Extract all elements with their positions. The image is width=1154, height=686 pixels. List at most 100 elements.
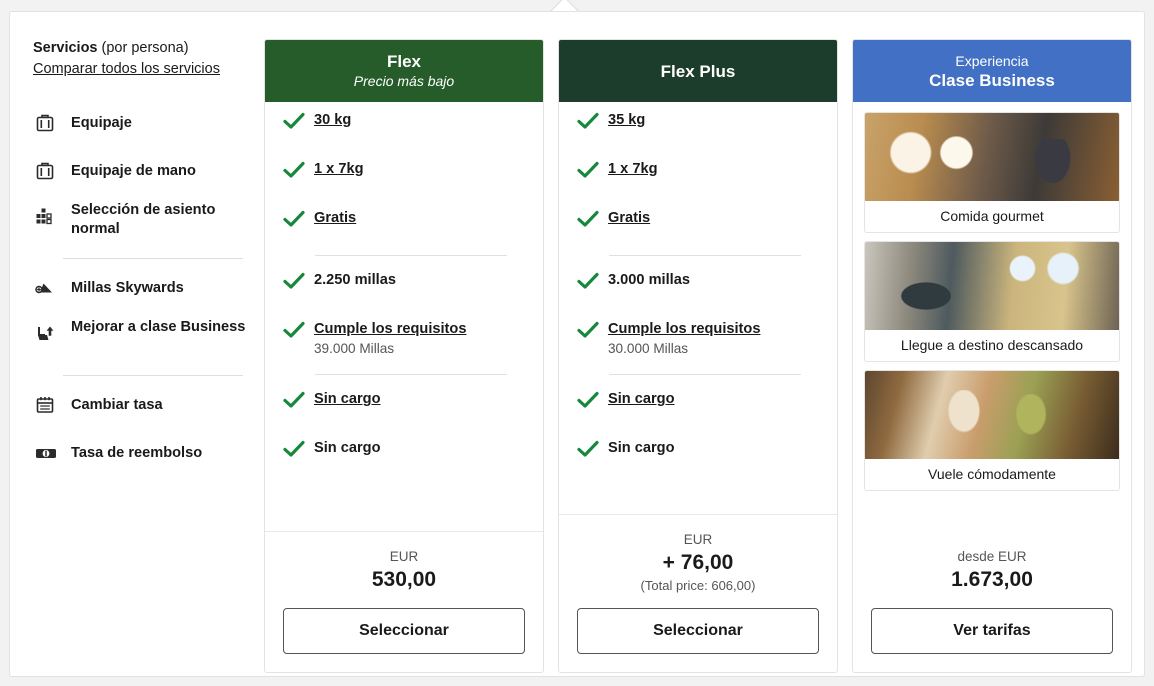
- service-row-skywards-miles: Millas Skywards: [33, 264, 251, 312]
- card-body-flex-plus: 35 kg 1 x 7kg Gratis 3.000 millas Cumple…: [559, 102, 837, 514]
- check-icon: [283, 272, 305, 290]
- fare-panel: Servicios (por persona) Comparar todos l…: [9, 11, 1145, 677]
- services-heading-note: (por persona): [97, 40, 189, 56]
- business-tile[interactable]: Vuele cómodamente: [864, 370, 1120, 491]
- fare-tagline: Precio más bajo: [353, 73, 455, 89]
- feature-value: Sin cargo: [314, 440, 381, 456]
- card-header-flex-plus: Flex Plus: [559, 40, 837, 102]
- fare-name: Flex: [386, 52, 422, 71]
- service-label: Tasa de reembolso: [71, 444, 203, 461]
- feature-text: 3.000 millas: [608, 271, 690, 290]
- feature-divider: [315, 255, 507, 256]
- check-icon: [577, 321, 599, 339]
- calendar-icon: [33, 390, 65, 420]
- feature-text: Gratis: [314, 209, 356, 228]
- service-label: Equipaje de mano: [71, 162, 196, 179]
- services-heading-bold: Servicios: [33, 40, 98, 56]
- tile-caption: Comida gourmet: [940, 208, 1044, 224]
- feature-value[interactable]: 30 kg: [314, 112, 351, 128]
- feature-baggage: 35 kg: [577, 102, 819, 151]
- feature-value[interactable]: Sin cargo: [608, 391, 675, 407]
- compare-all-services-link[interactable]: Comparar todos los servicios: [33, 61, 220, 77]
- seat-grid-icon: [33, 201, 65, 231]
- feature-skywards-miles: 2.250 millas: [283, 262, 525, 311]
- feature-value[interactable]: Cumple los requisitos: [314, 321, 466, 337]
- service-label: Cambiar tasa: [71, 396, 163, 413]
- check-icon: [577, 272, 599, 290]
- business-tile[interactable]: Comida gourmet: [864, 112, 1120, 233]
- seat-upgrade-icon: [33, 318, 65, 348]
- feature-value[interactable]: Gratis: [314, 210, 356, 226]
- total-price-note: (Total price: 606,00): [640, 578, 756, 593]
- fare-card-business: Experiencia Clase Business Comida gourme…: [852, 39, 1132, 673]
- flat-bed-photo: [865, 242, 1119, 330]
- feature-text: 1 x 7kg: [314, 160, 364, 179]
- check-icon: [283, 112, 305, 130]
- business-dining-photo: [865, 113, 1119, 201]
- fare-comparison-screen: Servicios (por persona) Comparar todos l…: [0, 0, 1154, 686]
- service-row-baggage: Equipaje: [33, 99, 251, 147]
- check-icon: [577, 210, 599, 228]
- suitcase-icon: [33, 108, 65, 138]
- feature-text: 2.250 millas: [314, 271, 396, 290]
- services-sidebar: Servicios (por persona) Comparar todos l…: [33, 39, 251, 477]
- skywards-wing-icon: [33, 273, 65, 303]
- price-value: + 76,00: [662, 551, 734, 574]
- check-icon: [577, 391, 599, 409]
- feature-baggage: 30 kg: [283, 102, 525, 151]
- feature-text: Sin cargo: [608, 390, 675, 409]
- carryon-suitcase-icon: [33, 156, 65, 186]
- select-button[interactable]: Seleccionar: [577, 608, 819, 654]
- feature-value[interactable]: Sin cargo: [314, 391, 381, 407]
- feature-change-fee: Sin cargo: [283, 381, 525, 430]
- feature-value[interactable]: Gratis: [608, 210, 650, 226]
- feature-value: 2.250 millas: [314, 272, 396, 288]
- feature-divider: [609, 255, 801, 256]
- check-icon: [577, 161, 599, 179]
- tile-caption: Llegue a destino descansado: [900, 337, 1084, 353]
- card-header-flex: Flex Precio más bajo: [265, 40, 543, 102]
- feature-carry-on: 1 x 7kg: [283, 151, 525, 200]
- fare-card-flex-plus: Flex Plus 35 kg 1 x 7kg Gratis 3.000 mil…: [558, 39, 838, 673]
- feature-refund-fee: Sin cargo: [577, 430, 819, 479]
- currency-label: EUR: [389, 549, 419, 564]
- services-list: Equipaje Equipaje de mano Selección de a…: [33, 99, 251, 477]
- feature-text: Sin cargo: [314, 439, 381, 458]
- service-row-carry-on: Equipaje de mano: [33, 147, 251, 195]
- feature-subvalue: 30.000 Millas: [608, 341, 689, 356]
- feature-value[interactable]: 1 x 7kg: [314, 161, 364, 177]
- cabin-comfort-photo: [865, 371, 1119, 459]
- service-row-seat-selection: Selección de asiento normal: [33, 195, 251, 253]
- card-body-flex: 30 kg 1 x 7kg Gratis 2.250 millas Cumple…: [265, 102, 543, 531]
- price-value: 530,00: [371, 568, 437, 591]
- service-label: Millas Skywards: [71, 279, 184, 296]
- feature-text: Cumple los requisitos 30.000 Millas: [608, 320, 760, 358]
- check-icon: [283, 210, 305, 228]
- currency-label: desde EUR: [957, 549, 1027, 564]
- tile-caption: Vuele cómodamente: [928, 466, 1056, 482]
- check-icon: [283, 391, 305, 409]
- select-button[interactable]: Seleccionar: [283, 608, 525, 654]
- feature-subvalue: 39.000 Millas: [314, 341, 395, 356]
- view-fares-button[interactable]: Ver tarifas: [871, 608, 1113, 654]
- feature-business-upgrade: Cumple los requisitos 30.000 Millas: [577, 311, 819, 368]
- feature-value[interactable]: 1 x 7kg: [608, 161, 658, 177]
- feature-value: 3.000 millas: [608, 272, 690, 288]
- service-label: Equipaje: [71, 114, 132, 131]
- price-value: 1.673,00: [951, 568, 1033, 591]
- check-icon: [283, 321, 305, 339]
- business-tile[interactable]: Llegue a destino descansado: [864, 241, 1120, 362]
- feature-refund-fee: Sin cargo: [283, 430, 525, 479]
- feature-value[interactable]: Cumple los requisitos: [608, 321, 760, 337]
- feature-text: 35 kg: [608, 111, 645, 130]
- card-footer-flex: EUR 530,00 Seleccionar: [265, 532, 543, 672]
- feature-value[interactable]: 35 kg: [608, 112, 645, 128]
- feature-carry-on: 1 x 7kg: [577, 151, 819, 200]
- feature-divider: [315, 374, 507, 375]
- feature-value: Sin cargo: [608, 440, 675, 456]
- fare-name: Clase Business: [929, 70, 1055, 90]
- feature-text: Sin cargo: [608, 439, 675, 458]
- feature-text: 1 x 7kg: [608, 160, 658, 179]
- service-row-business-upgrade: Mejorar a clase Business: [33, 312, 251, 370]
- feature-text: 30 kg: [314, 111, 351, 130]
